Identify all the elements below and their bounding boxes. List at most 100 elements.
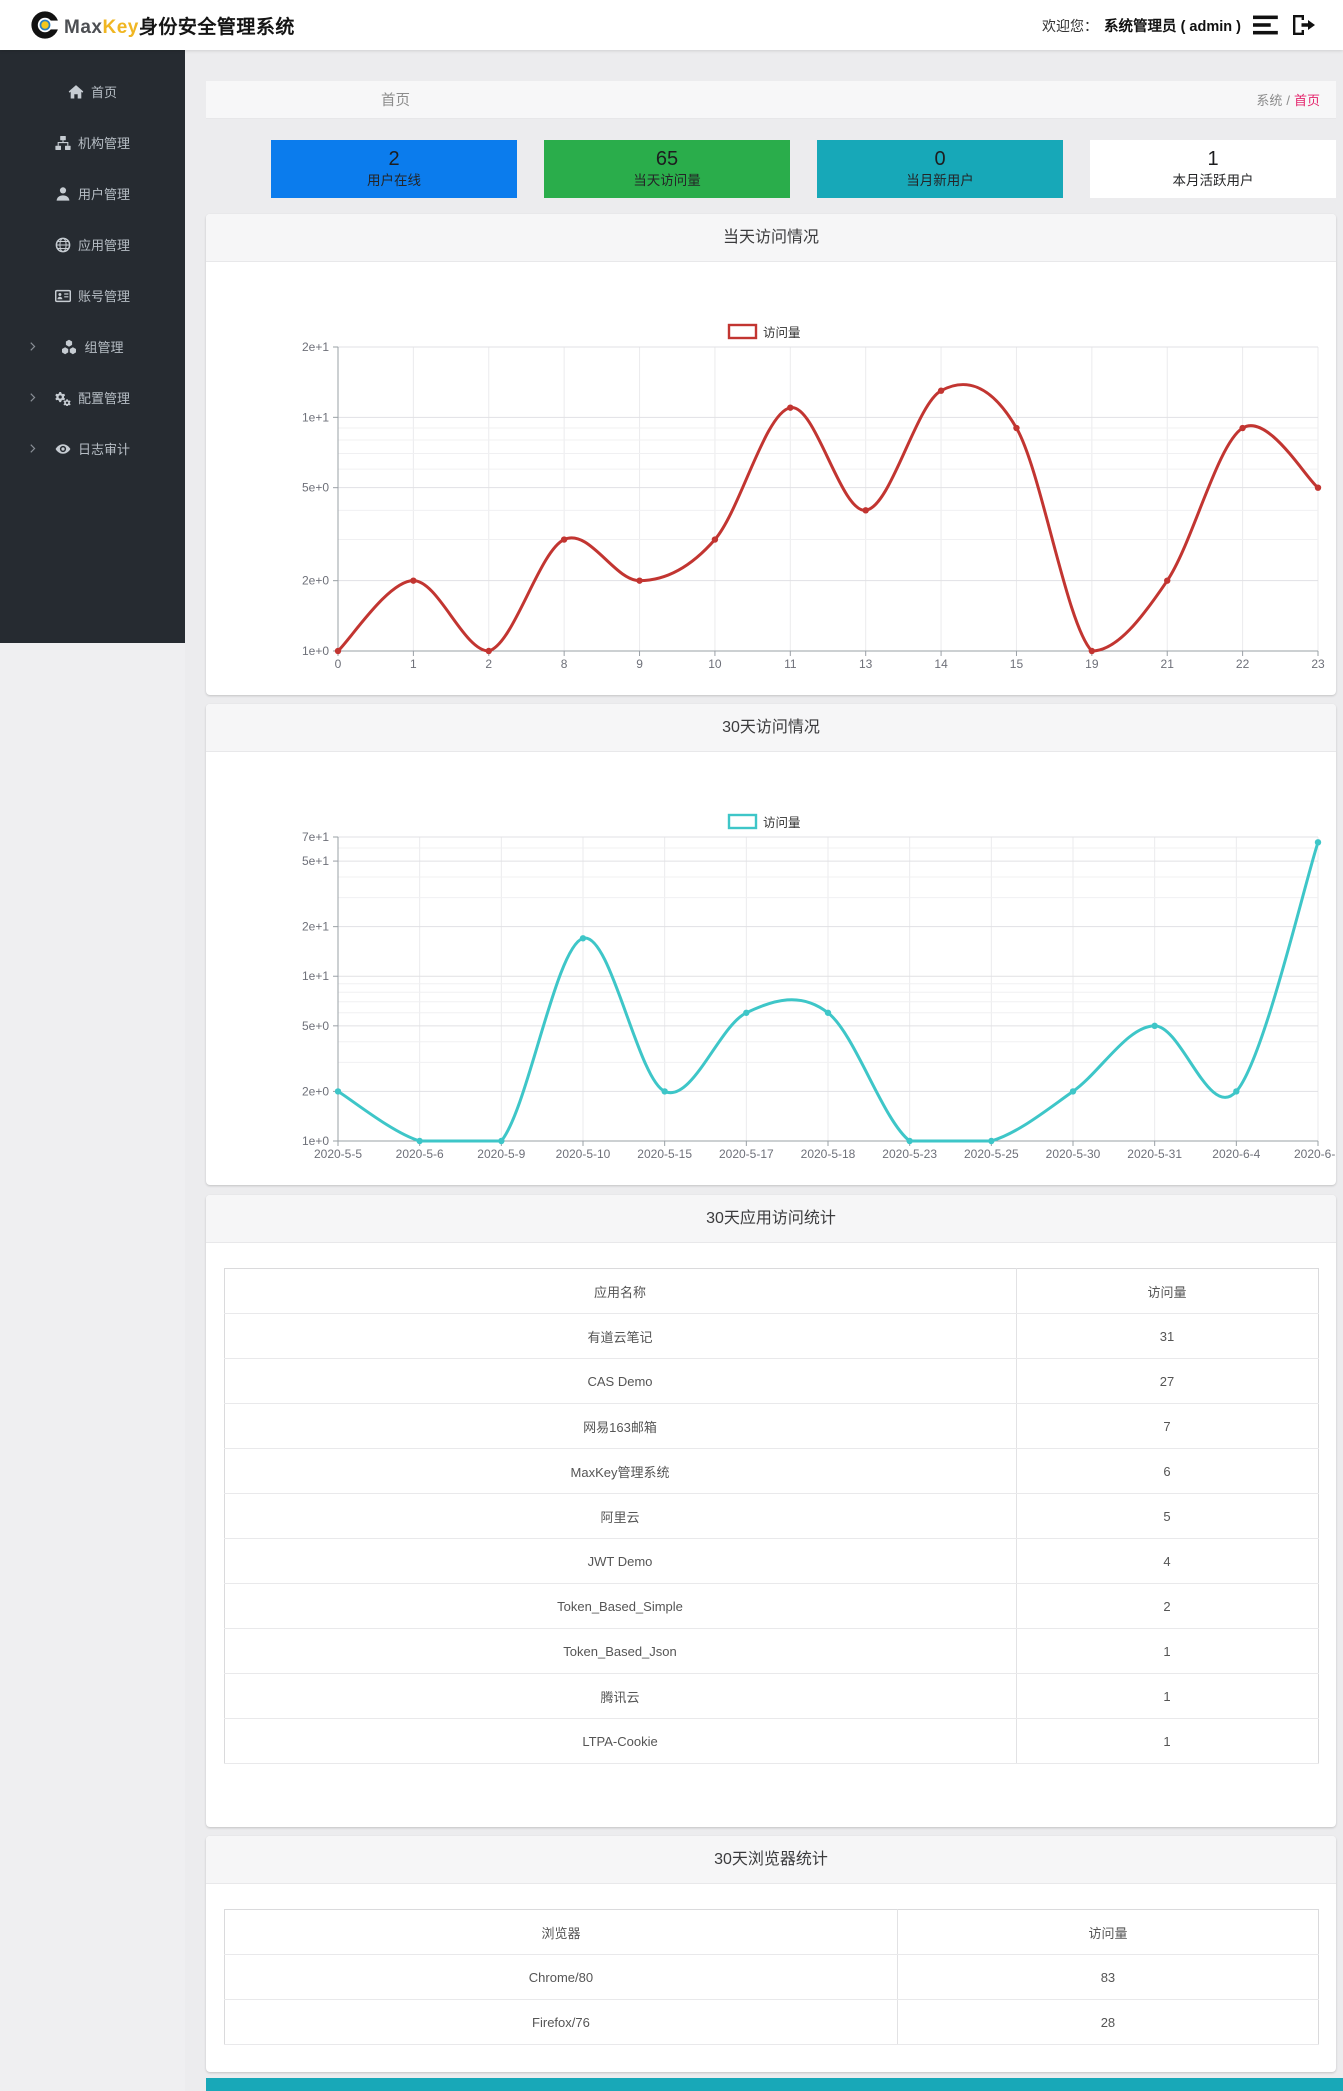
table-cell: Chrome/80 [224, 1954, 899, 2000]
welcome-text: 欢迎您： 系统管理员 ( admin ) [1042, 17, 1241, 35]
y-axis-tick-label: 5e+0 [302, 1019, 329, 1033]
logout-icon[interactable] [1291, 13, 1317, 37]
app-title-part: Key [102, 16, 139, 38]
home-icon [68, 84, 84, 100]
top-header: MaxKey身份安全管理系统 欢迎您： 系统管理员 ( admin ) [0, 0, 1343, 50]
x-axis-tick-label: 2020-5-5 [314, 1147, 362, 1161]
data-point [1314, 484, 1322, 491]
column-header: 浏览器 [224, 1909, 899, 1955]
table-cell: 6 [1016, 1448, 1318, 1494]
sidebar-item-home[interactable]: 首页 [0, 66, 185, 117]
stat-card-label: 当天访问量 [633, 173, 701, 188]
x-axis-tick-label: 8 [561, 657, 568, 671]
data-point [410, 577, 417, 584]
panel-title-browser-stats: 30天浏览器统计 [206, 1836, 1336, 1884]
table-cell: JWT Demo [224, 1538, 1017, 1584]
sidebar-item-audit[interactable]: 日志审计 [0, 423, 185, 474]
today-visits-line-chart: 0 1 2 8 9 10 11 13 14 15 19 21 22 23 2e+1 1e+1 5e+0 2e+0 1… [302, 323, 1325, 671]
browser-stats-table: 浏览器 访问量 Chrome/80 83 Firefox/76 28 [223, 1909, 1319, 2045]
column-header: 访问量 [897, 1909, 1318, 1955]
page-title: 首页 [381, 93, 410, 109]
sidebar-item-label: 配置管理 [77, 391, 130, 406]
sidebar-item-group[interactable]: 组管理 [0, 321, 185, 372]
x-axis-tick-label: 10 [708, 657, 722, 671]
data-point [743, 1009, 750, 1016]
breadcrumb-separator: / [1286, 93, 1290, 108]
x-axis-tick-label: 15 [1010, 657, 1024, 671]
y-axis-tick-label: 7e+1 [302, 830, 329, 844]
gears-icon [55, 390, 71, 406]
chart-legend[interactable]: 访问量 [727, 323, 801, 340]
browser-stats-table-row: Firefox/76 28 [224, 1999, 1318, 2045]
table-cell: 4 [1016, 1538, 1318, 1584]
sidebar-item-app[interactable]: 应用管理 [0, 219, 185, 270]
panel-browser-stats: 30天浏览器统计 浏览器 访问量 Chrome/80 83 Firefox/76 28 [206, 1836, 1336, 2072]
sidebar-item-config[interactable]: 配置管理 [0, 372, 185, 423]
stat-card-label: 当月新用户 [906, 173, 974, 188]
y-axis-tick-label: 1e+1 [302, 410, 329, 424]
current-user: 系统管理员 ( admin ) [1104, 18, 1241, 35]
eye-icon [55, 441, 71, 457]
stat-card-value: 2 [388, 148, 400, 170]
data-point [1088, 647, 1096, 655]
table-cell: Firefox/76 [224, 1999, 899, 2045]
table-cell: 83 [897, 1954, 1318, 2000]
app-visits-table-header-row: 应用名称 访问量 [224, 1268, 1318, 1314]
x-axis-tick-label: 2020-6-5 [1294, 1147, 1336, 1161]
panel-app-stats: 30天应用访问统计 应用名称 访问量 有道云笔记 31 CAS Demo 27 网易163邮… [206, 1195, 1336, 1827]
data-point [661, 1088, 668, 1095]
data-point [1164, 577, 1171, 584]
menu-lines-icon[interactable] [1253, 13, 1279, 37]
x-axis-tick-label: 22 [1236, 657, 1250, 671]
app-visits-table-row: 有道云笔记 31 [224, 1313, 1318, 1359]
x-axis-tick-label: 0 [335, 657, 342, 671]
data-point [906, 1137, 913, 1145]
chart-legend[interactable]: 访问量 [727, 813, 801, 830]
data-point [560, 536, 568, 543]
chevron-right-icon [27, 443, 38, 454]
breadcrumb-section-link[interactable]: 系统 [1256, 93, 1282, 108]
data-point [579, 935, 587, 942]
table-cell: 腾讯云 [224, 1673, 1017, 1719]
browser-stats-table-header-row: 浏览器 访问量 [224, 1909, 1318, 1955]
app-title-part: 身份安全管理系统 [138, 16, 295, 38]
data-point [485, 647, 492, 655]
sidebar-item-account[interactable]: 账号管理 [0, 270, 185, 321]
data-point [862, 507, 869, 514]
y-axis-tick-label: 2e+1 [302, 920, 329, 934]
table-cell: 有道云笔记 [224, 1313, 1017, 1359]
table-cell: 1 [1016, 1673, 1318, 1719]
data-point [416, 1137, 423, 1145]
data-point [937, 387, 945, 394]
browser-stats-table-row: Chrome/80 83 [224, 1954, 1318, 2000]
data-point [636, 577, 643, 584]
y-axis-tick-label: 1e+1 [302, 969, 329, 983]
x-axis-tick-label: 9 [636, 657, 643, 671]
data-point [988, 1137, 995, 1145]
x-axis-tick-label: 19 [1085, 657, 1099, 671]
x-axis-tick-label: 2020-5-15 [637, 1147, 692, 1161]
sidebar-item-user[interactable]: 用户管理 [0, 168, 185, 219]
footer-bar [206, 2078, 1343, 2091]
x-axis-tick-label: 2020-5-9 [477, 1147, 525, 1161]
sidebar-item-org[interactable]: 机构管理 [0, 117, 185, 168]
breadcrumb: 系统 / 首页 [1256, 90, 1320, 109]
sidebar-item-label: 应用管理 [77, 238, 130, 253]
x-axis-tick-label: 2 [485, 657, 492, 671]
stat-card-3: 1 本月活跃用户 [1090, 140, 1336, 198]
app-visits-table-row: 腾讯云 1 [224, 1673, 1318, 1719]
sidebar-item-label: 日志审计 [77, 442, 130, 457]
column-header: 访问量 [1016, 1268, 1318, 1314]
x-axis-tick-label: 21 [1161, 657, 1175, 671]
y-axis-tick-label: 2e+1 [302, 340, 329, 354]
breadcrumb-current-link[interactable]: 首页 [1294, 93, 1320, 108]
column-header: 应用名称 [224, 1268, 1017, 1314]
stat-card-value: 1 [1207, 148, 1219, 170]
table-cell: 28 [897, 1999, 1318, 2045]
x-axis-tick-label: 2020-5-10 [556, 1147, 611, 1161]
stat-card-2: 0 当月新用户 [817, 140, 1063, 198]
x-axis-tick-label: 2020-5-25 [964, 1147, 1019, 1161]
y-axis-tick-label: 1e+0 [302, 1134, 329, 1148]
x-axis-tick-label: 23 [1311, 657, 1325, 671]
sidebar-item-label: 用户管理 [77, 187, 130, 202]
